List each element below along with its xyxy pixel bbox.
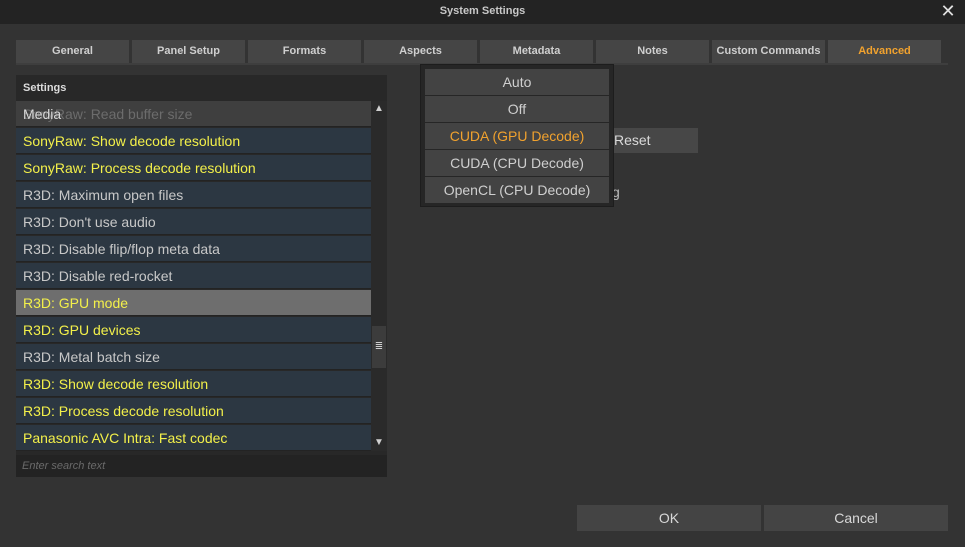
list-item[interactable]: R3D: GPU mode — [16, 290, 371, 316]
list-item[interactable]: R3D: GPU devices — [16, 317, 371, 343]
list-item[interactable]: R3D: Disable red-rocket — [16, 263, 371, 289]
list-item[interactable]: R3D: Disable flip/flop meta data — [16, 236, 371, 262]
window-title: System Settings — [439, 5, 526, 17]
tab-metadata[interactable]: Metadata — [480, 40, 593, 63]
list-item[interactable]: R3D: Show decode resolution — [16, 371, 371, 397]
list-item[interactable]: SonyRaw: Read buffer size Media — [16, 101, 371, 127]
reset-button[interactable]: Reset — [605, 128, 698, 153]
tab-custom-commands[interactable]: Custom Commands — [712, 40, 825, 63]
tab-notes[interactable]: Notes — [596, 40, 709, 63]
gpu-mode-dropdown: Auto Off CUDA (GPU Decode) CUDA (CPU Dec… — [420, 64, 614, 207]
tab-advanced[interactable]: Advanced — [828, 40, 941, 63]
search-input[interactable] — [16, 455, 387, 477]
dropdown-option-selected[interactable]: CUDA (GPU Decode) — [425, 123, 609, 149]
dropdown-option[interactable]: Auto — [425, 69, 609, 95]
dropdown-option[interactable]: Off — [425, 96, 609, 122]
ok-button[interactable]: OK — [577, 505, 761, 531]
close-icon[interactable]: ✕ — [938, 1, 958, 21]
list-item[interactable]: R3D: Metal batch size — [16, 344, 371, 370]
tab-aspects[interactable]: Aspects — [364, 40, 477, 63]
list-item[interactable]: SonyRaw: Show decode resolution — [16, 128, 371, 154]
list-item[interactable]: Panasonic AVC Intra: Fast codec — [16, 425, 371, 451]
triangle-down-icon[interactable]: ▼ — [371, 435, 387, 451]
triangle-up-icon[interactable]: ▲ — [371, 101, 387, 117]
list-item[interactable]: R3D: Maximum open files — [16, 182, 371, 208]
tab-general[interactable]: General — [16, 40, 129, 63]
list-item[interactable]: R3D: Process decode resolution — [16, 398, 371, 424]
panel-header: Settings — [23, 82, 67, 94]
tab-formats[interactable]: Formats — [248, 40, 361, 63]
list-item[interactable]: SonyRaw: Process decode resolution — [16, 155, 371, 181]
list-scrollbar[interactable]: ▲ ≣ ▼ — [371, 101, 387, 451]
cancel-button[interactable]: Cancel — [764, 505, 948, 531]
section-label: Media — [23, 106, 62, 122]
list-item[interactable]: R3D: Don't use audio — [16, 209, 371, 235]
grip-icon[interactable]: ≣ — [372, 326, 386, 368]
tab-bar: General Panel Setup Formats Aspects Meta… — [16, 40, 948, 65]
title-bar: System Settings ✕ — [0, 0, 965, 24]
dropdown-option[interactable]: CUDA (CPU Decode) — [425, 150, 609, 176]
tab-panel-setup[interactable]: Panel Setup — [132, 40, 245, 63]
dropdown-option[interactable]: OpenCL (CPU Decode) — [425, 177, 609, 203]
